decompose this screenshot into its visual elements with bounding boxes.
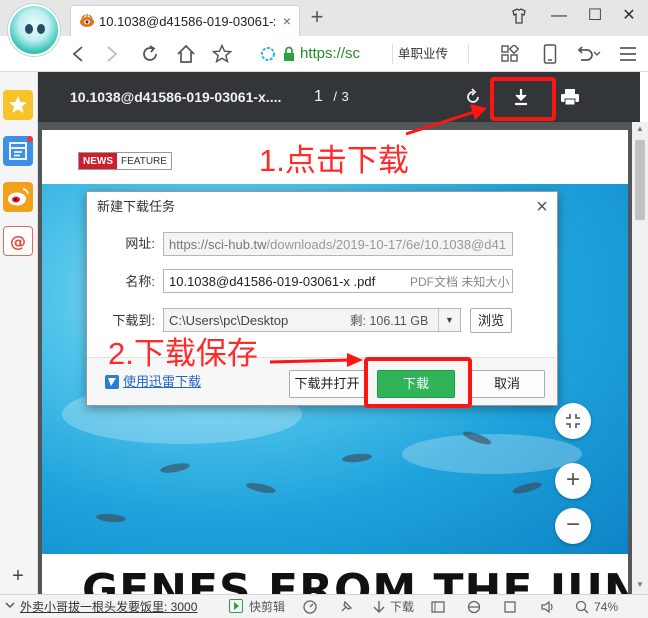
annotation-arrows bbox=[269, 104, 487, 367]
browser-logo[interactable] bbox=[8, 4, 60, 56]
annotation-step1: 1.点击下载 bbox=[259, 143, 409, 178]
browser-window: 10.1038@d41586-019-03061-x × + — ☐ ✕ htt… bbox=[0, 0, 648, 618]
annotation-step2: 2.下载保存 bbox=[108, 336, 258, 371]
